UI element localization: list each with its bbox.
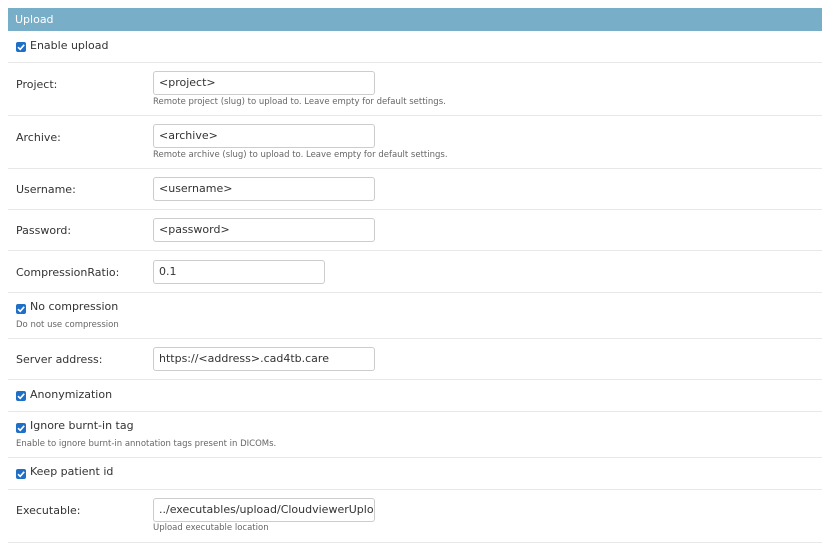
archive-row: Archive: <archive> Remote archive (slug)… [8, 116, 822, 169]
upload-fieldset: Upload Enable upload Project: <project> … [0, 0, 833, 552]
no-compression-checkbox[interactable] [16, 304, 26, 314]
keep-patient-id-row: Keep patient id [8, 458, 822, 490]
no-compression-help: Do not use compression [16, 320, 119, 330]
section-header: Upload [8, 8, 822, 31]
ignore-burnin-help: Enable to ignore burnt-in annotation tag… [16, 439, 277, 449]
compression-ratio-row: CompressionRatio: 0.1 [8, 251, 822, 293]
checkmark-icon [17, 471, 25, 478]
keep-patient-id-label: Keep patient id [30, 465, 114, 478]
username-input[interactable]: <username> [153, 177, 375, 201]
anonymization-row: Anonymization [8, 380, 822, 412]
server-address-row: Server address: https://<address>.cad4tb… [8, 339, 822, 380]
password-label: Password: [16, 224, 72, 237]
archive-label: Archive: [16, 131, 61, 144]
executable-row: Executable: ../executables/upload/Cloudv… [8, 490, 822, 543]
ignore-burnin-checkbox[interactable] [16, 423, 26, 433]
checkmark-icon [17, 425, 25, 432]
checkmark-icon [17, 44, 25, 51]
executable-label: Executable: [16, 504, 81, 517]
server-address-input[interactable]: https://<address>.cad4tb.care [153, 347, 375, 371]
checkmark-icon [17, 393, 25, 400]
enable-upload-checkbox[interactable] [16, 42, 26, 52]
archive-input[interactable]: <archive> [153, 124, 375, 148]
no-compression-row: No compression Do not use compression [8, 293, 822, 339]
archive-help: Remote archive (slug) to upload to. Leav… [153, 150, 448, 160]
project-label: Project: [16, 78, 58, 91]
project-row: Project: <project> Remote project (slug)… [8, 63, 822, 116]
checkmark-icon [17, 306, 25, 313]
password-row: Password: <password> [8, 210, 822, 251]
ignore-burnin-label: Ignore burnt-in tag [30, 419, 134, 432]
executable-help: Upload executable location [153, 523, 269, 533]
password-input[interactable]: <password> [153, 218, 375, 242]
project-input[interactable]: <project> [153, 71, 375, 95]
compression-ratio-input[interactable]: 0.1 [153, 260, 325, 284]
compression-ratio-label: CompressionRatio: [16, 266, 120, 279]
project-help: Remote project (slug) to upload to. Leav… [153, 97, 446, 107]
no-compression-label: No compression [30, 300, 119, 313]
username-row: Username: <username> [8, 169, 822, 210]
executable-input[interactable]: ../executables/upload/CloudviewerUpload.… [153, 498, 375, 522]
enable-upload-label: Enable upload [30, 39, 109, 52]
server-address-label: Server address: [16, 353, 103, 366]
username-label: Username: [16, 183, 76, 196]
ignore-burnin-row: Ignore burnt-in tag Enable to ignore bur… [8, 412, 822, 458]
anonymization-checkbox[interactable] [16, 391, 26, 401]
enable-upload-row: Enable upload [8, 31, 822, 63]
anonymization-label: Anonymization [30, 388, 113, 401]
keep-patient-id-checkbox[interactable] [16, 469, 26, 479]
